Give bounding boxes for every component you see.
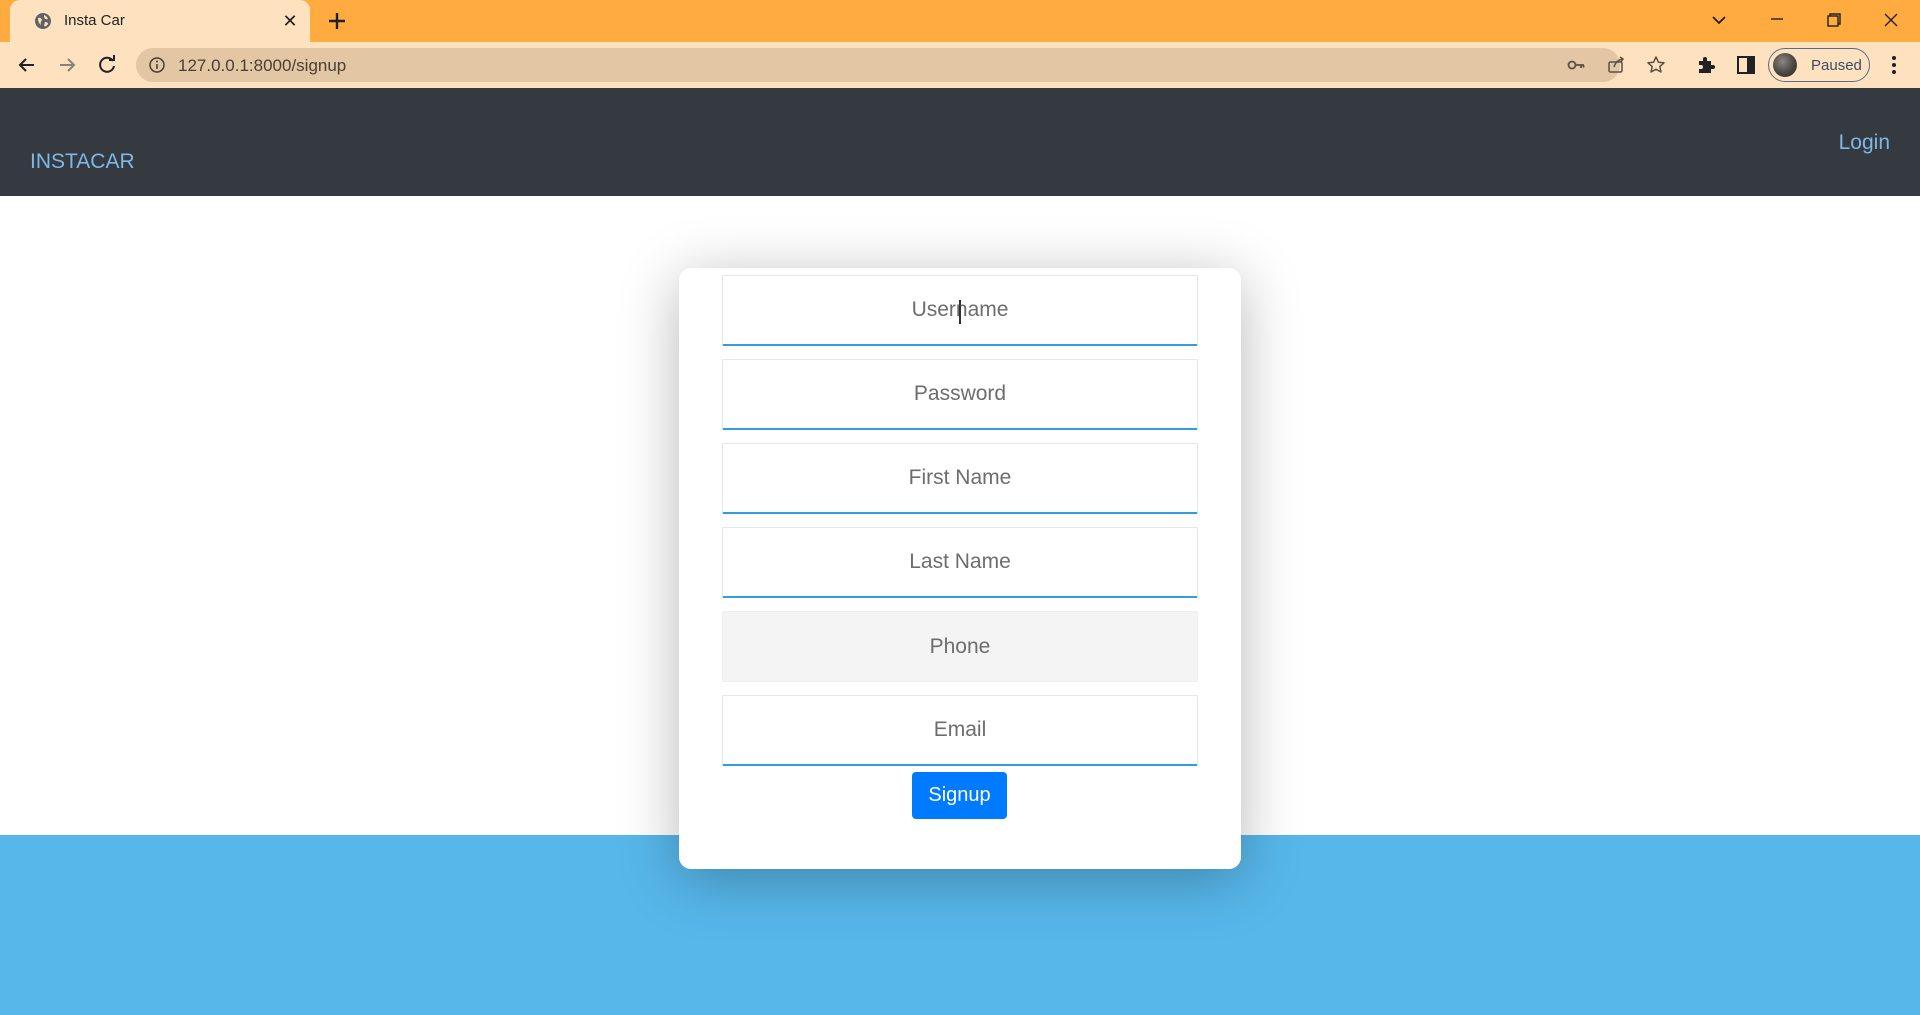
share-icon[interactable]: [1606, 55, 1626, 75]
forward-icon[interactable]: [54, 52, 80, 78]
tab-search-icon[interactable]: [1704, 6, 1734, 34]
minimize-icon[interactable]: [1762, 6, 1792, 34]
last-name-input[interactable]: [722, 527, 1198, 598]
password-input[interactable]: [722, 359, 1198, 430]
url-text: 127.0.0.1:8000/signup: [178, 56, 347, 75]
restore-icon[interactable]: [1818, 6, 1848, 34]
first-name-input[interactable]: [722, 443, 1198, 514]
signup-button[interactable]: Signup: [912, 772, 1007, 819]
back-icon[interactable]: [14, 52, 40, 78]
profile-button[interactable]: Paused: [1768, 48, 1870, 82]
tab-title: Insta Car: [64, 12, 125, 29]
browser-tab[interactable]: Insta Car ✕: [10, 0, 310, 42]
bookmark-star-icon[interactable]: [1646, 55, 1666, 75]
password-key-icon[interactable]: [1566, 55, 1586, 75]
new-tab-icon[interactable]: [324, 8, 350, 34]
browser-toolbar: 127.0.0.1:8000/signup Paused: [0, 42, 1920, 88]
browser-tabstrip: Insta Car ✕: [0, 0, 1920, 42]
page-viewport: INSTACAR Login Signup: [0, 88, 1920, 1015]
close-window-icon[interactable]: [1876, 6, 1906, 34]
kebab-menu-icon[interactable]: [1882, 53, 1906, 77]
site-navbar: INSTACAR Login: [0, 88, 1920, 196]
signup-card: Signup: [679, 268, 1241, 869]
email-input[interactable]: [722, 695, 1198, 766]
avatar: [1773, 53, 1797, 77]
phone-input[interactable]: [722, 611, 1198, 682]
close-tab-icon[interactable]: ✕: [280, 11, 300, 31]
brand-logo[interactable]: INSTACAR: [30, 150, 135, 174]
extensions-icon[interactable]: [1694, 53, 1718, 77]
profile-status: Paused: [1811, 57, 1862, 74]
login-link[interactable]: Login: [1839, 131, 1890, 155]
reload-icon[interactable]: [94, 52, 120, 78]
text-cursor: [959, 300, 961, 324]
globe-icon: [35, 13, 51, 29]
side-panel-icon[interactable]: [1734, 53, 1758, 77]
address-bar[interactable]: 127.0.0.1:8000/signup: [136, 48, 1665, 82]
site-info-icon[interactable]: [148, 56, 166, 74]
